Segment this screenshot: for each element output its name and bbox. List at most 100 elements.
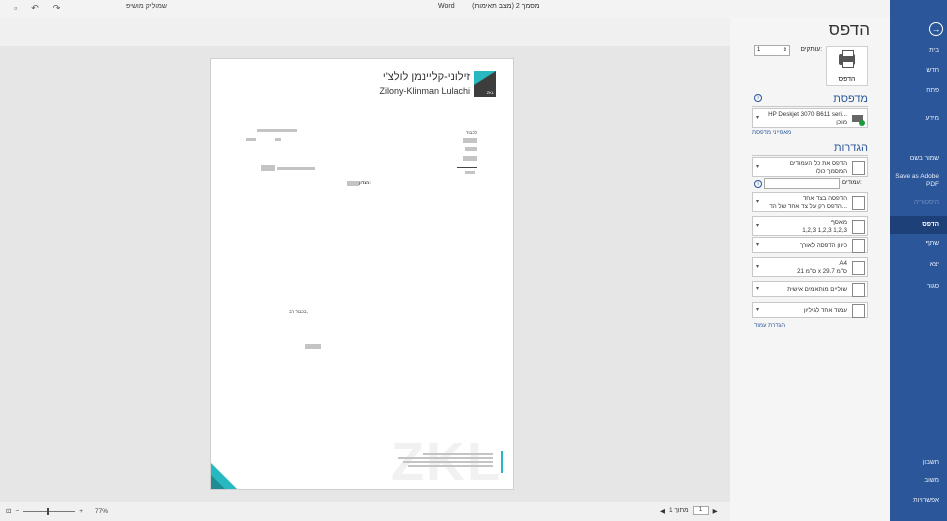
nav-item-save-as-pdf[interactable]: Save as Adobe PDF — [890, 172, 947, 192]
nav-item-new[interactable]: חדש — [890, 62, 947, 80]
printer-properties-link[interactable]: מאפייני מדפסת — [752, 130, 791, 136]
redo-icon[interactable]: ↷ — [53, 3, 61, 14]
pages-input[interactable] — [764, 178, 840, 189]
copies-control: 1 ⇕ עותקים: — [754, 45, 822, 57]
logo-hebrew: זילוני-קליינמן לולצ'י — [382, 71, 470, 83]
pages-per-sheet-dropdown[interactable]: עמוד אחד לגיליון ▾ — [752, 302, 868, 318]
paper-icon — [852, 261, 865, 275]
zoom-slider[interactable] — [23, 507, 76, 515]
zoom-slider-thumb[interactable] — [47, 507, 50, 515]
printer-section-title: מדפסת — [833, 93, 868, 105]
orientation-label: כיוון הדפסה לאורך — [799, 242, 847, 249]
redacted-block — [347, 181, 359, 186]
undo-icon[interactable]: ↶ — [31, 3, 39, 14]
date-block — [275, 138, 281, 141]
chevron-down-icon: ▾ — [756, 164, 760, 170]
page-navigation: ◀ מתוך 1 1 ▶ — [660, 506, 718, 515]
printer-dropdown[interactable]: HP Deskjet 3070 B611 seri... מוכן ▾ — [752, 108, 868, 128]
page-of-label: מתוך 1 — [669, 507, 689, 514]
logo-mark: ZKL — [474, 71, 496, 97]
date-block — [257, 129, 297, 132]
one-sided-icon — [852, 196, 865, 210]
print-settings-panel: הדפס הדפס 1 ⇕ עותקים: מדפסת i HP Deskjet… — [730, 18, 890, 521]
printer-status: מוכן — [836, 119, 847, 126]
nav-item-feedback[interactable]: משוב — [890, 472, 947, 490]
signature-name-redacted — [305, 344, 321, 349]
sides-dropdown[interactable]: הדפסה בצד אחד הדפס רק על צד אחד של הד... … — [752, 192, 868, 212]
page-number-input[interactable]: 1 — [692, 506, 709, 515]
chevron-down-icon: ▾ — [756, 115, 760, 121]
back-arrow-icon[interactable]: → — [929, 22, 943, 36]
nav-item-share[interactable]: שתף — [890, 235, 947, 253]
date-block — [246, 138, 256, 141]
nav-item-close[interactable]: סגור — [890, 278, 947, 296]
print-button-label: הדפס — [838, 76, 856, 83]
nav-item-account[interactable]: חשבון — [890, 454, 947, 472]
zoom-out-icon[interactable]: − — [15, 508, 19, 515]
chevron-down-icon: ▾ — [756, 286, 760, 292]
pages-label: עמודים: — [842, 180, 862, 186]
quick-access-toolbar: ▫ ↶ ↷ — [14, 3, 60, 14]
to-label: לכבוד — [465, 130, 477, 135]
nav-item-home[interactable]: בית — [890, 42, 947, 60]
divider — [752, 155, 868, 156]
settings-section-title: הגדרות — [833, 142, 868, 154]
nav-item-options[interactable]: אפשרויות — [890, 492, 947, 510]
chevron-down-icon: ▾ — [756, 199, 760, 205]
chevron-down-icon: ▾ — [756, 307, 760, 313]
print-preview-pane: ZKL זילוני-קליינמן לולצ'י Zilony-Klinman… — [0, 46, 730, 502]
collate-label: מאסף 1,2,3 1,2,3 1,2,3 — [802, 219, 847, 234]
margins-dropdown[interactable]: שוליים מותאמים אישית ▾ — [752, 281, 868, 297]
redacted-block — [463, 138, 477, 143]
corner-decoration — [211, 475, 225, 489]
next-page-icon[interactable]: ▶ — [713, 507, 718, 515]
spinner-arrows-icon[interactable]: ⇕ — [783, 46, 787, 55]
redacted-block — [463, 156, 477, 161]
zoom-control: ⊡ − + 77% — [6, 507, 108, 515]
paper-size-dropdown[interactable]: A4 21 ס"מ x 29.7 ס"מ ▾ — [752, 257, 868, 277]
collate-dropdown[interactable]: מאסף 1,2,3 1,2,3 1,2,3 ▾ — [752, 216, 868, 236]
user-name[interactable]: שמוליק מושיפ — [126, 3, 167, 10]
chevron-down-icon: ▾ — [756, 242, 760, 248]
info-icon[interactable]: i — [754, 94, 762, 102]
margins-label: שוליים מותאמים אישית — [787, 286, 847, 293]
regards-text: בכבוד רב, — [289, 309, 308, 314]
pages-per-sheet-icon — [852, 304, 865, 318]
nav-item-print[interactable]: הדפס — [890, 216, 947, 234]
copies-label: עותקים: — [800, 46, 822, 53]
page-title: הדפס — [828, 20, 870, 39]
logo-english: Zilony-Klinman Lulachi — [379, 86, 470, 96]
nav-item-open[interactable]: פתח — [890, 82, 947, 100]
pages-per-sheet-label: עמוד אחד לגיליון — [803, 307, 847, 314]
collate-icon — [852, 220, 865, 234]
chevron-down-icon: ▾ — [756, 223, 760, 229]
margins-icon — [852, 283, 865, 297]
redacted-block — [261, 165, 275, 171]
zoom-level[interactable]: 77% — [95, 508, 108, 515]
redacted-block — [465, 147, 477, 151]
fit-page-icon[interactable]: ⊡ — [6, 507, 11, 515]
document-title: Word מסמך 2 (מצב תאימות) — [438, 3, 540, 10]
info-icon[interactable]: i — [754, 180, 762, 188]
nav-item-save-as[interactable]: שמור בשם — [890, 150, 947, 168]
title-bar: ▫ ↶ ↷ שמוליק מושיפ Word מסמך 2 (מצב תאימ… — [0, 0, 890, 18]
re-label: הנדון: — [359, 180, 371, 185]
divider — [752, 106, 868, 107]
chevron-down-icon: ▾ — [756, 264, 760, 270]
redacted-block — [465, 171, 475, 174]
prev-page-icon[interactable]: ◀ — [660, 507, 665, 515]
pages-icon — [852, 161, 865, 175]
copies-spinner[interactable]: 1 ⇕ — [754, 45, 790, 56]
print-button[interactable]: הדפס — [826, 46, 868, 86]
page-setup-link[interactable]: הגדרת עמוד — [754, 323, 785, 329]
orientation-dropdown[interactable]: כיוון הדפסה לאורך ▾ — [752, 237, 868, 253]
print-range-dropdown[interactable]: הדפס את כל העמודים המסמך כולו ▾ — [752, 157, 868, 177]
nav-item-info[interactable]: מידע — [890, 110, 947, 128]
zoom-in-icon[interactable]: + — [79, 508, 83, 515]
footer-accent — [501, 451, 503, 473]
footer-address — [393, 451, 493, 469]
printer-icon — [839, 50, 855, 68]
save-icon[interactable]: ▫ — [14, 3, 17, 14]
nav-item-export[interactable]: יצא — [890, 256, 947, 274]
redacted-text — [277, 167, 315, 170]
